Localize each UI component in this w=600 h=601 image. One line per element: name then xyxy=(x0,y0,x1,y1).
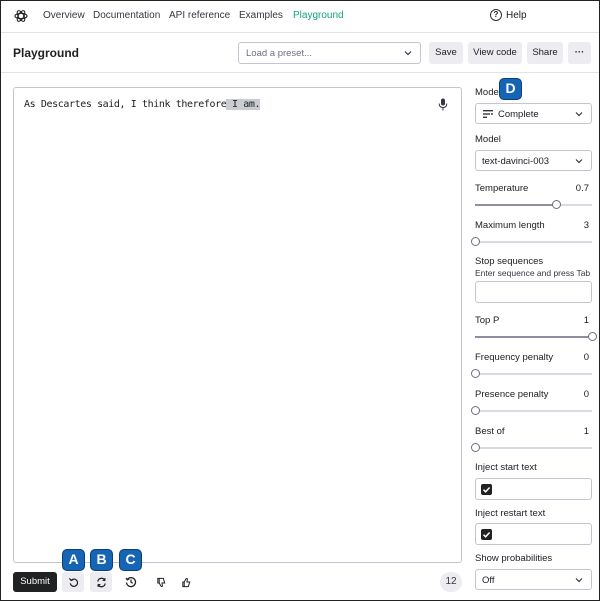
presence-penalty-label: Presence penalty xyxy=(475,389,549,400)
prompt-editor[interactable]: As Descartes said, I think therefore I a… xyxy=(13,87,462,563)
max-length-slider[interactable] xyxy=(470,237,592,246)
temperature-label: Temperature xyxy=(475,183,529,194)
show-probabilities-label: Show probabilities xyxy=(475,553,553,564)
best-of-slider[interactable] xyxy=(470,443,592,452)
undo-icon xyxy=(68,577,78,587)
temperature-slider[interactable] xyxy=(475,200,592,209)
help-link[interactable]: ? Help xyxy=(490,9,527,21)
checkmark-icon xyxy=(482,531,491,538)
preset-select[interactable]: Load a preset... xyxy=(238,42,421,64)
checkmark-icon xyxy=(482,486,491,493)
editor-text-plain: As Descartes said, I think therefore xyxy=(24,99,227,110)
stop-sequences-label: Stop sequences xyxy=(475,256,544,267)
microphone-icon[interactable] xyxy=(438,98,448,111)
mode-label: Mode xyxy=(475,87,499,98)
complete-mode-icon xyxy=(483,110,493,118)
token-count: 12 xyxy=(440,572,462,592)
frequency-penalty-slider[interactable] xyxy=(470,369,592,378)
openai-logo-icon[interactable] xyxy=(13,8,29,24)
best-of-label: Best of xyxy=(475,426,505,437)
regenerate-button[interactable] xyxy=(90,572,112,592)
thumbs-down-button[interactable] xyxy=(150,572,172,592)
chevron-down-icon xyxy=(575,159,583,164)
chevron-down-icon xyxy=(575,578,583,583)
presence-penalty-value: 0 xyxy=(583,389,589,400)
inject-restart-label: Inject restart text xyxy=(475,508,546,519)
nav-api-reference[interactable]: API reference xyxy=(169,10,230,21)
nav-playground[interactable]: Playground xyxy=(293,10,344,21)
thumbs-up-button[interactable] xyxy=(175,572,197,592)
slider-thumb[interactable] xyxy=(470,443,480,452)
model-select[interactable]: text-davinci-003 xyxy=(475,150,592,171)
nav-documentation[interactable]: Documentation xyxy=(93,10,160,21)
view-code-button[interactable]: View code xyxy=(468,42,522,64)
inject-restart-input[interactable] xyxy=(475,523,592,545)
chevron-down-icon xyxy=(404,51,412,56)
presence-penalty-slider[interactable] xyxy=(470,406,592,415)
inject-start-checkbox[interactable] xyxy=(481,484,492,495)
preset-placeholder: Load a preset... xyxy=(246,48,313,59)
top-p-label: Top P xyxy=(475,315,500,326)
slider-thumb[interactable] xyxy=(552,200,562,209)
frequency-penalty-label: Frequency penalty xyxy=(475,352,554,363)
share-button[interactable]: Share xyxy=(527,42,563,64)
slider-thumb[interactable] xyxy=(587,332,597,341)
temperature-value: 0.7 xyxy=(575,183,589,194)
more-options-button[interactable]: ··· xyxy=(568,42,591,64)
page-title: Playground xyxy=(13,46,80,60)
top-nav: Overview Documentation API reference Exa… xyxy=(1,1,599,33)
best-of-value: 1 xyxy=(583,426,589,437)
callout-a: A xyxy=(62,549,85,571)
regenerate-icon xyxy=(96,577,106,587)
save-button[interactable]: Save xyxy=(429,42,463,64)
model-label: Model xyxy=(475,134,501,145)
nav-examples[interactable]: Examples xyxy=(239,10,283,21)
inject-start-input[interactable] xyxy=(475,478,592,500)
slider-thumb[interactable] xyxy=(470,237,480,246)
help-label: Help xyxy=(506,9,527,21)
thumbs-down-icon xyxy=(156,577,165,587)
slider-thumb[interactable] xyxy=(470,406,480,415)
help-icon: ? xyxy=(490,9,502,21)
history-button[interactable] xyxy=(120,572,142,592)
editor-text: As Descartes said, I think therefore I a… xyxy=(24,99,260,110)
nav-overview[interactable]: Overview xyxy=(43,10,85,21)
mode-value: Complete xyxy=(498,109,539,120)
thumbs-up-icon xyxy=(181,577,190,587)
max-length-label: Maximum length xyxy=(475,220,545,231)
bottom-toolbar: Submit 12 xyxy=(1,567,471,597)
callout-c: C xyxy=(119,549,142,571)
callout-d: D xyxy=(499,78,522,100)
inject-restart-checkbox[interactable] xyxy=(481,529,492,540)
model-value: text-davinci-003 xyxy=(482,156,550,167)
completion-highlight: I am. xyxy=(226,99,261,110)
max-length-value: 3 xyxy=(583,220,589,231)
frequency-penalty-value: 0 xyxy=(583,352,589,363)
top-p-slider[interactable] xyxy=(475,332,597,341)
inject-start-label: Inject start text xyxy=(475,462,537,473)
mode-select[interactable]: Complete xyxy=(475,103,592,124)
top-p-value: 1 xyxy=(583,315,589,326)
show-probabilities-value: Off xyxy=(482,575,495,586)
chevron-down-icon xyxy=(575,112,583,117)
page-header: Playground Load a preset... Save View co… xyxy=(1,33,599,73)
stop-sequences-hint: Enter sequence and press Tab xyxy=(475,268,591,278)
slider-thumb[interactable] xyxy=(470,369,480,378)
show-probabilities-select[interactable]: Off xyxy=(475,569,592,590)
stop-sequences-input[interactable] xyxy=(475,281,592,303)
submit-button[interactable]: Submit xyxy=(13,572,57,592)
undo-button[interactable] xyxy=(62,572,84,592)
history-icon xyxy=(125,576,137,588)
callout-b: B xyxy=(90,549,113,571)
